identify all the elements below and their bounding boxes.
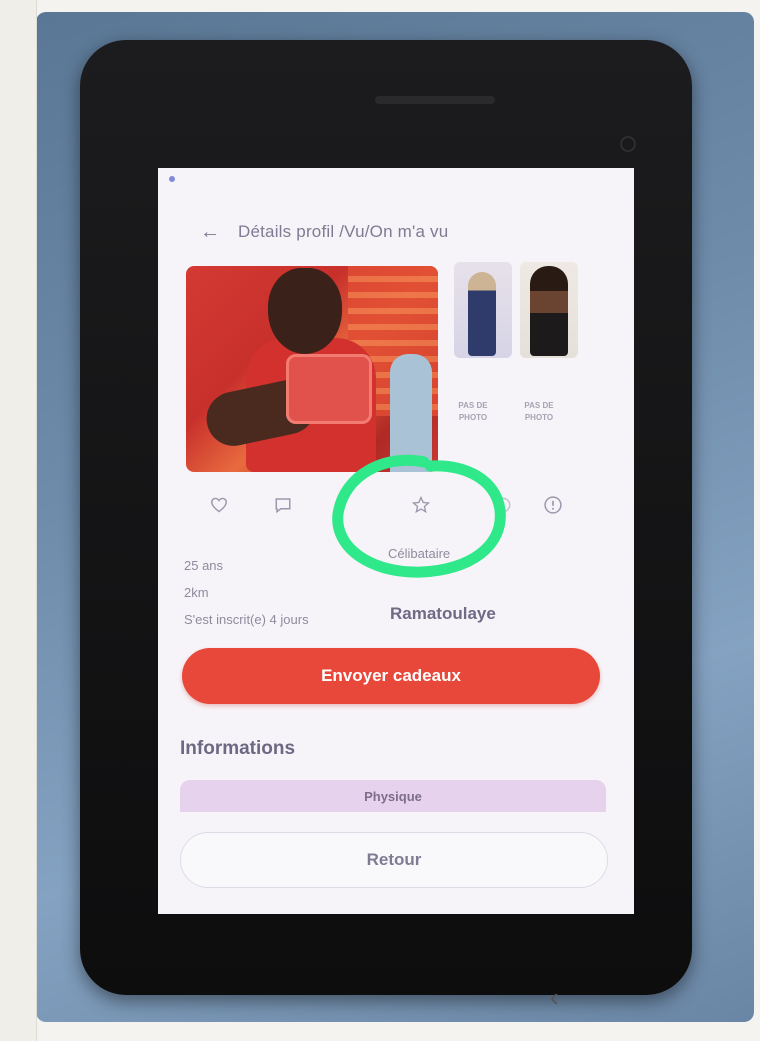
heart-icon[interactable]: [204, 490, 234, 520]
profile-registered: S'est inscrit(e) 4 jours: [184, 612, 309, 627]
profile-name: Ramatoulaye: [390, 604, 496, 623]
gift-icon[interactable]: [488, 490, 518, 520]
profile-distance: 2km: [184, 585, 209, 600]
send-gifts-button[interactable]: Envoyer cadeaux: [182, 648, 600, 704]
main-profile-photo[interactable]: [186, 266, 438, 472]
thumbnail-photo-2[interactable]: [520, 262, 578, 358]
relationship-status: Célibataire: [388, 546, 451, 561]
front-camera: [620, 136, 636, 152]
status-left-icons: [166, 174, 175, 190]
thumbnail-photo-1[interactable]: [454, 262, 512, 358]
thumbnail-figure: [530, 266, 568, 356]
star-icon[interactable]: [406, 490, 436, 520]
page-title: Détails profil /Vu/On m'a vu: [238, 222, 449, 241]
informations-heading: Informations: [180, 738, 296, 759]
action-bar: [204, 490, 584, 520]
page-edge: [0, 0, 37, 1041]
no-photo-placeholder-2[interactable]: PAS DE PHOTO: [510, 400, 568, 424]
back-button[interactable]: Retour: [180, 832, 608, 888]
info-icon[interactable]: [538, 490, 568, 520]
profile-age: 25 ans: [184, 558, 224, 573]
chat-icon[interactable]: [268, 490, 298, 520]
notification-dot-icon: [169, 176, 175, 183]
status-bar: [166, 174, 626, 190]
photo-bystander: [390, 354, 432, 472]
hardware-back-icon[interactable]: ‹: [550, 982, 559, 1013]
phone-speaker: [375, 96, 495, 104]
photo-cup: [286, 354, 372, 424]
profile-stats: 25 ans 2km S'est inscrit(e) 4 jours: [184, 552, 309, 633]
top-bar: ← Détails profil /Vu/On m'a vu: [200, 218, 624, 246]
physique-section-tab[interactable]: Physique: [180, 780, 606, 812]
photo-person-face: [268, 268, 342, 354]
back-arrow-icon[interactable]: ←: [200, 221, 220, 244]
no-photo-placeholder-1[interactable]: PAS DE PHOTO: [444, 400, 502, 424]
app-screen: ← Détails profil /Vu/On m'a vu PAS DE PH…: [158, 168, 634, 914]
thumbnail-figure: [468, 272, 496, 356]
